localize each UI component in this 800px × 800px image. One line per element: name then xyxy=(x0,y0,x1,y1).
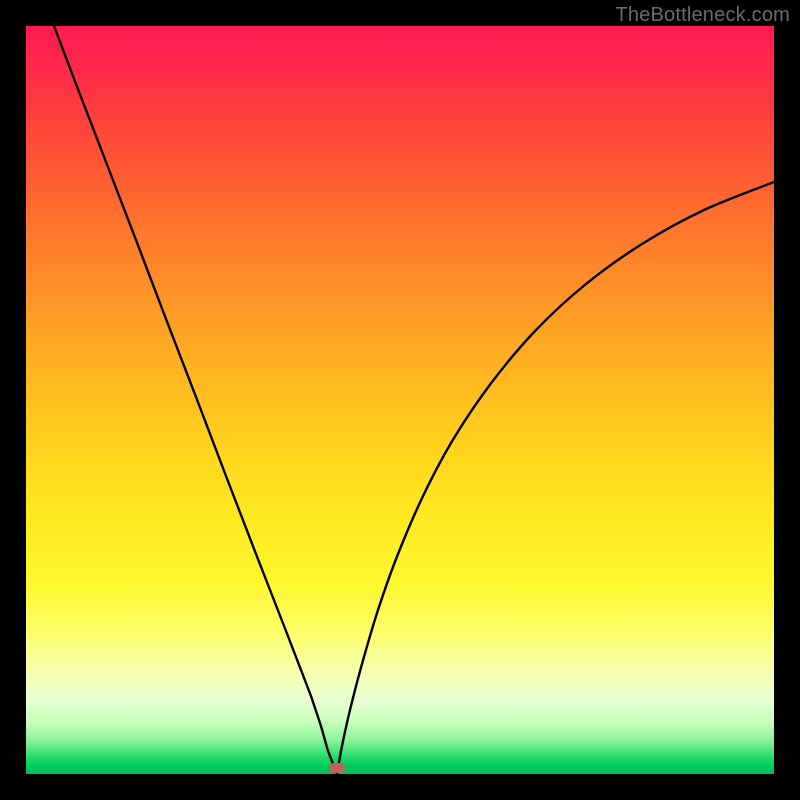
watermark-text: TheBottleneck.com xyxy=(615,4,790,27)
plot-area xyxy=(26,26,774,774)
valley-marker xyxy=(329,763,345,773)
bottleneck-curve xyxy=(26,26,774,774)
chart-frame: TheBottleneck.com xyxy=(0,0,800,800)
